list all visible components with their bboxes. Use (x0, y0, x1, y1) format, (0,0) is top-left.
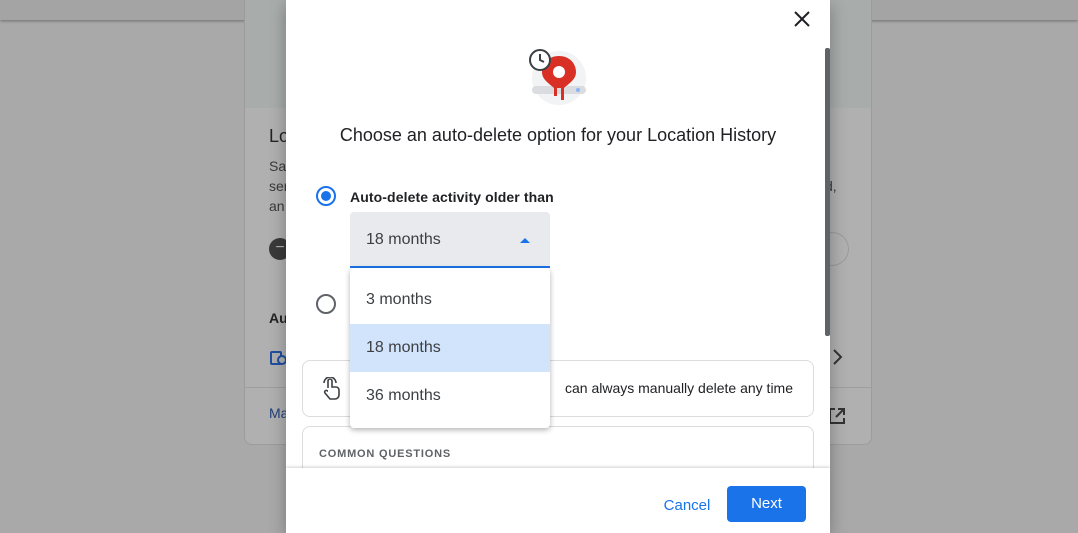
caret-up-icon (520, 238, 530, 243)
radio-auto-delete[interactable] (316, 186, 336, 206)
dialog-scrollbar[interactable] (825, 48, 830, 336)
option-auto-delete-label: Auto-delete activity older than (350, 189, 554, 205)
auto-delete-dialog: Choose an auto-delete option for your Lo… (286, 0, 830, 533)
period-option-18-months[interactable]: 18 months (350, 324, 550, 372)
background-card-text-line: an (269, 198, 285, 214)
hand-tap-icon (323, 377, 340, 400)
radio-dont-auto-delete[interactable] (316, 294, 336, 314)
period-select-value: 18 months (366, 231, 441, 248)
background-section-label: Au (269, 310, 288, 326)
next-button[interactable]: Next (727, 486, 806, 522)
background-card-text-line: Sa (269, 158, 287, 174)
background-auto-delete-icon (270, 351, 287, 365)
dialog-title: Choose an auto-delete option for your Lo… (339, 125, 777, 145)
close-icon (794, 11, 810, 27)
close-button[interactable] (788, 5, 816, 33)
background-open-external-icon (829, 408, 845, 424)
period-select[interactable]: 18 months (350, 212, 550, 268)
info-text: can always manually delete any time (565, 380, 794, 396)
dialog-footer: Cancel Next (286, 468, 830, 533)
cancel-button[interactable]: Cancel (654, 488, 720, 524)
background-chevron-right-icon (833, 349, 843, 365)
common-questions-title: COMMON QUESTIONS (319, 448, 451, 460)
period-dropdown-menu: 3 months 18 months 36 months (350, 268, 550, 428)
period-option-36-months[interactable]: 36 months (350, 372, 550, 420)
period-option-3-months[interactable]: 3 months (350, 276, 550, 324)
location-history-clock-pin-icon (529, 49, 586, 105)
